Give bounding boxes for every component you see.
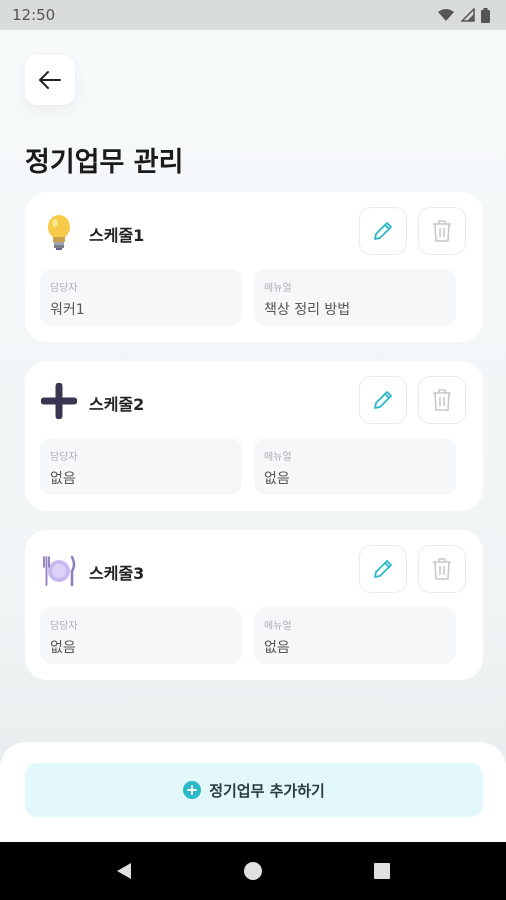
- app-screen: 정기업무 관리 스케줄1 담당자 워커1 메뉴얼 책상 정리 방법 스케줄2 담…: [0, 30, 506, 842]
- edit-button[interactable]: [359, 376, 407, 424]
- manual-field: 메뉴얼 없음: [254, 607, 456, 664]
- trash-icon: [433, 389, 451, 411]
- assignee-label: 담당자: [50, 621, 78, 632]
- plus-circle-icon: [183, 781, 202, 799]
- manual-field: 메뉴얼 없음: [254, 438, 456, 495]
- trash-icon: [433, 558, 451, 580]
- pencil-icon: [374, 560, 392, 578]
- home-circle-icon[interactable]: [243, 861, 263, 881]
- schedule-name: 스케줄2: [89, 395, 145, 414]
- back-button[interactable]: [25, 55, 75, 105]
- bottom-sheet: 정기업무 추가하기: [0, 742, 506, 842]
- manual-value: 없음: [264, 471, 290, 487]
- assignee-field: 담당자 워커1: [40, 269, 242, 326]
- delete-button[interactable]: [418, 207, 466, 255]
- assignee-label: 담당자: [50, 283, 78, 294]
- plate-utensils-icon: [41, 550, 77, 590]
- schedule-name: 스케줄3: [89, 564, 145, 583]
- add-schedule-label: 정기업무 추가하기: [209, 781, 325, 800]
- status-icons: [437, 7, 490, 23]
- pencil-icon: [374, 391, 392, 409]
- back-triangle-icon[interactable]: [115, 861, 133, 881]
- manual-field: 메뉴얼 책상 정리 방법: [254, 269, 456, 326]
- edit-button[interactable]: [359, 207, 407, 255]
- manual-label: 메뉴얼: [264, 621, 292, 632]
- add-schedule-button[interactable]: 정기업무 추가하기: [25, 763, 483, 817]
- signal-icon: [461, 8, 475, 22]
- assignee-field: 담당자 없음: [40, 607, 242, 664]
- wifi-icon: [438, 9, 454, 21]
- manual-label: 메뉴얼: [264, 452, 292, 463]
- delete-button[interactable]: [418, 545, 466, 593]
- manual-value: 없음: [264, 640, 290, 656]
- schedule-name: 스케줄1: [89, 226, 145, 245]
- schedule-card[interactable]: 스케줄1 담당자 워커1 메뉴얼 책상 정리 방법: [25, 192, 483, 342]
- assignee-value: 워커1: [50, 302, 85, 318]
- edit-button[interactable]: [359, 545, 407, 593]
- manual-value: 책상 정리 방법: [264, 302, 351, 318]
- arrow-left-icon: [39, 71, 61, 89]
- recents-square-icon[interactable]: [373, 862, 391, 880]
- plus-icon: [41, 381, 77, 421]
- pencil-icon: [374, 222, 392, 240]
- trash-icon: [433, 220, 451, 242]
- battery-icon: [481, 7, 490, 23]
- delete-button[interactable]: [418, 376, 466, 424]
- lightbulb-icon: [41, 212, 77, 252]
- assignee-field: 담당자 없음: [40, 438, 242, 495]
- assignee-value: 없음: [50, 640, 76, 656]
- manual-label: 메뉴얼: [264, 283, 292, 294]
- status-bar: 12:50: [0, 0, 506, 30]
- schedule-card[interactable]: 스케줄3 담당자 없음 메뉴얼 없음: [25, 530, 483, 680]
- page-title: 정기업무 관리: [25, 147, 184, 178]
- navigation-bar: [0, 842, 506, 900]
- status-time: 12:50: [12, 6, 56, 24]
- assignee-label: 담당자: [50, 452, 78, 463]
- schedule-card[interactable]: 스케줄2 담당자 없음 메뉴얼 없음: [25, 361, 483, 511]
- assignee-value: 없음: [50, 471, 76, 487]
